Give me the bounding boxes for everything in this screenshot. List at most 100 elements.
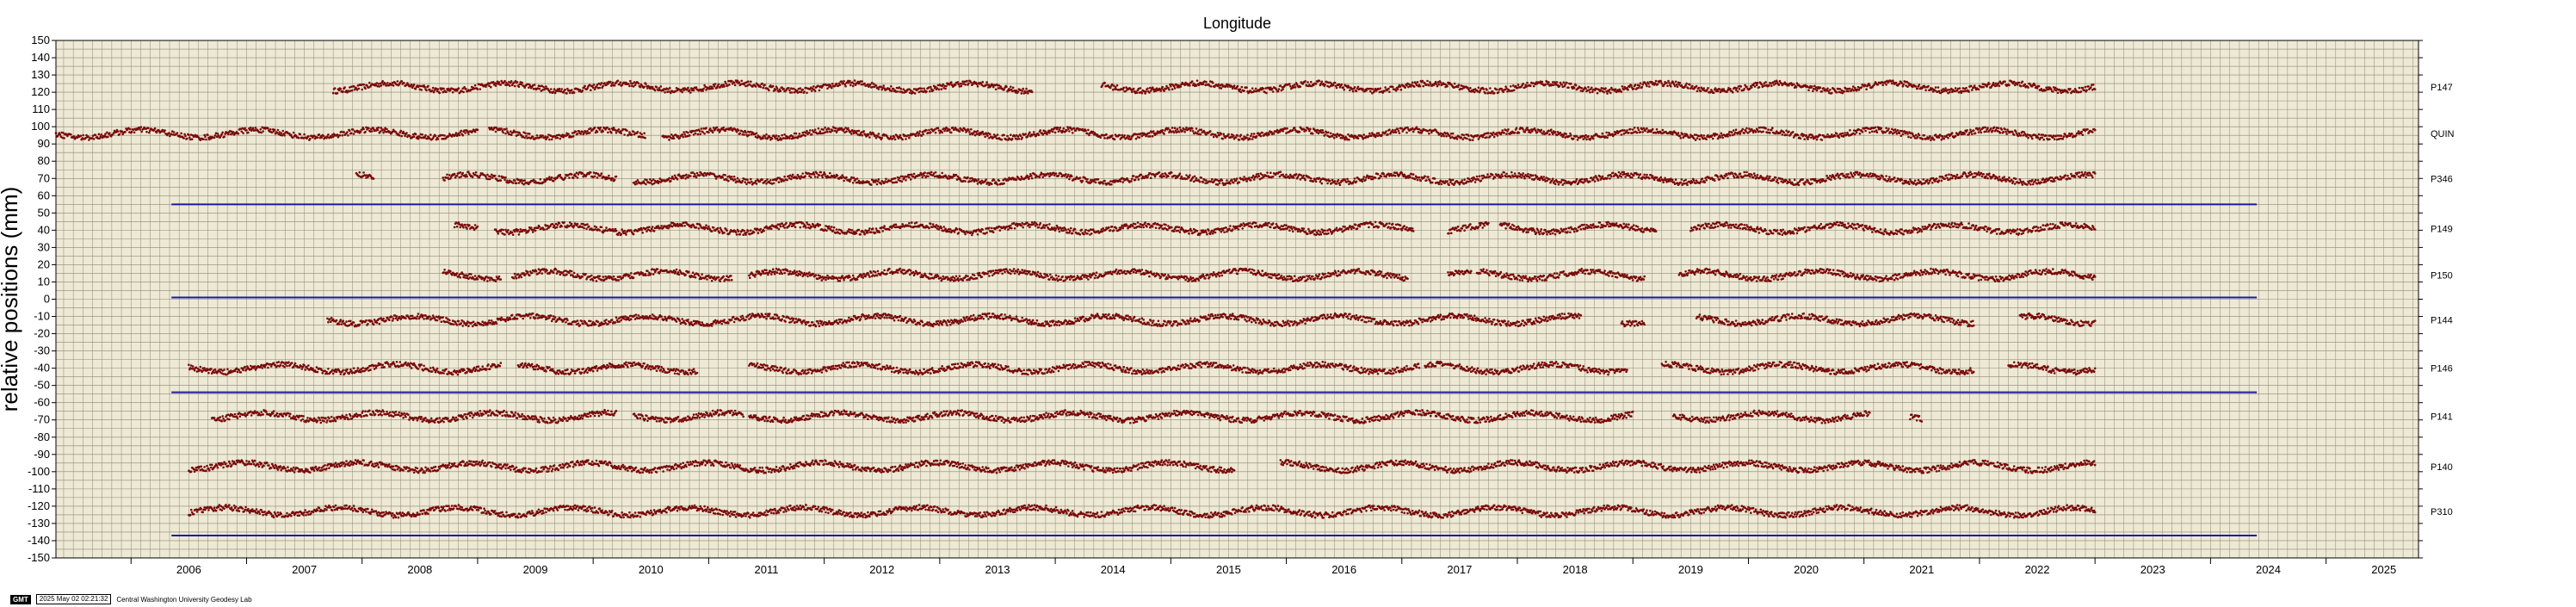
data-point	[2019, 84, 2023, 88]
data-point	[1566, 81, 1568, 84]
data-point	[1591, 137, 1595, 140]
data-point	[476, 88, 479, 90]
data-point	[1109, 86, 1112, 90]
data-point	[1633, 127, 1636, 129]
data-point	[1181, 129, 1183, 133]
data-point	[380, 84, 383, 87]
data-point	[106, 131, 108, 134]
data-point	[1791, 131, 1795, 133]
data-point	[2062, 135, 2065, 139]
data-point	[2069, 88, 2072, 90]
data-point	[1743, 87, 1745, 90]
data-point	[88, 139, 90, 141]
data-point	[1660, 82, 1664, 85]
data-point	[1277, 88, 1281, 90]
data-point	[1159, 90, 1163, 92]
data-point	[1584, 136, 1586, 139]
data-point	[1238, 139, 1241, 141]
data-point	[1422, 84, 1424, 88]
data-point	[568, 177, 571, 179]
data-point	[1550, 128, 1553, 131]
data-point	[1656, 83, 1659, 85]
data-point	[882, 84, 885, 87]
data-point	[1885, 84, 1887, 86]
data-point	[602, 84, 604, 88]
data-point	[451, 90, 454, 94]
data-point	[1220, 87, 1223, 90]
data-point	[914, 134, 917, 138]
data-point	[994, 88, 998, 91]
data-point	[1167, 127, 1170, 130]
data-point	[640, 133, 643, 136]
data-point	[1515, 127, 1518, 130]
data-point	[2005, 133, 2008, 135]
data-point	[1697, 86, 1701, 90]
data-point	[421, 133, 424, 136]
data-point	[892, 87, 895, 90]
data-point	[202, 138, 205, 140]
data-point	[516, 81, 519, 84]
data-point	[981, 80, 984, 84]
data-point	[1469, 139, 1472, 141]
data-point	[1053, 131, 1057, 134]
data-point	[950, 81, 953, 84]
data-point	[1149, 135, 1152, 138]
data-point	[2042, 138, 2045, 141]
data-point	[574, 130, 578, 133]
data-point	[414, 87, 417, 90]
data-point	[1245, 136, 1248, 139]
data-point	[2091, 131, 2094, 133]
data-point	[499, 84, 503, 86]
data-point	[299, 133, 302, 136]
data-point	[1411, 81, 1414, 84]
data-point	[133, 131, 136, 134]
data-point	[1387, 133, 1389, 136]
data-point	[698, 130, 701, 133]
data-point	[1148, 132, 1151, 134]
data-point	[934, 131, 937, 134]
data-point	[1177, 131, 1181, 133]
data-point	[1685, 82, 1688, 85]
data-point	[613, 84, 616, 87]
data-point	[1251, 138, 1254, 140]
data-point	[377, 126, 380, 129]
data-point	[1252, 133, 1256, 135]
data-point	[799, 87, 802, 90]
data-point	[567, 133, 570, 135]
data-point	[553, 91, 557, 95]
data-point	[1916, 87, 1919, 90]
data-point	[1667, 79, 1670, 83]
data-point	[1689, 84, 1691, 86]
data-point	[737, 129, 740, 132]
data-point	[593, 126, 596, 129]
data-point	[682, 135, 684, 139]
data-point	[1005, 85, 1008, 88]
data-point	[1575, 135, 1578, 138]
data-point	[2031, 137, 2034, 140]
data-point	[1379, 87, 1382, 90]
data-point	[473, 130, 477, 133]
data-point	[1482, 88, 1485, 90]
data-point	[857, 129, 861, 133]
data-point	[788, 89, 791, 92]
data-point	[564, 177, 566, 179]
data-point	[1857, 89, 1861, 91]
data-point	[1887, 127, 1890, 130]
data-point	[1171, 127, 1174, 129]
data-point	[396, 80, 399, 83]
data-point	[245, 129, 248, 132]
data-point	[361, 88, 364, 91]
data-point	[420, 89, 423, 91]
data-point	[500, 127, 503, 130]
data-point	[564, 88, 566, 91]
data-point	[1620, 90, 1623, 93]
data-point	[1796, 133, 1800, 137]
data-point	[937, 88, 941, 91]
data-point	[292, 131, 295, 134]
data-point	[584, 84, 586, 88]
data-point	[891, 137, 894, 140]
data-point	[1807, 135, 1810, 139]
data-point	[368, 127, 370, 130]
data-point	[925, 129, 928, 132]
data-point	[701, 90, 704, 92]
